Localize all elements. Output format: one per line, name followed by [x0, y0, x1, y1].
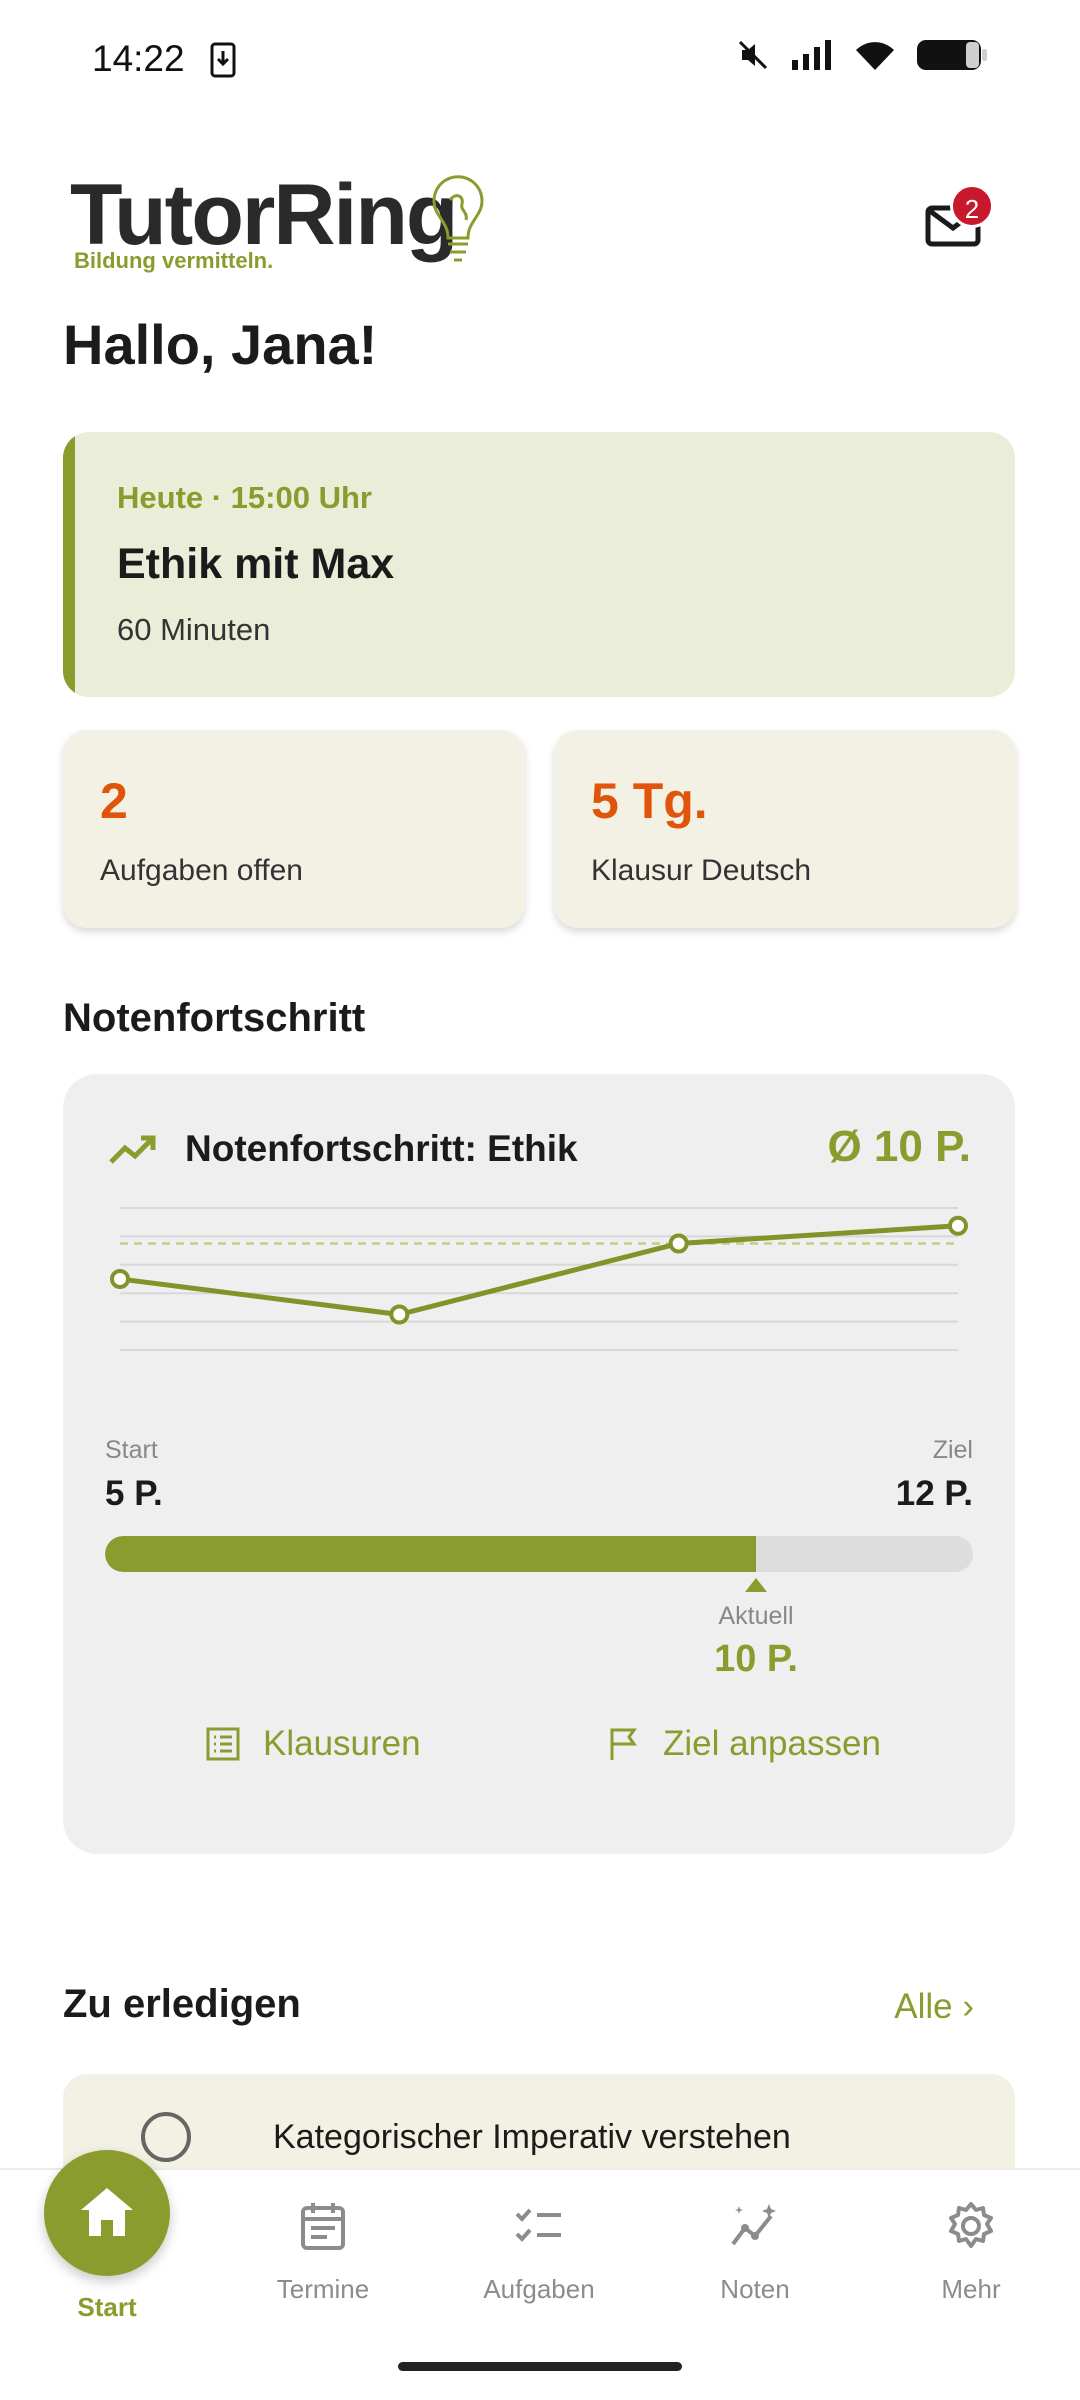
- nav-mehr[interactable]: Mehr: [891, 2200, 1051, 2305]
- next-appointment-card[interactable]: Heute · 15:00 Uhr Ethik mit Max 60 Minut…: [63, 432, 1015, 697]
- chart-point: [948, 1215, 968, 1236]
- greeting-title: Hallo, Jana!: [63, 313, 378, 376]
- home-indicator[interactable]: [398, 2362, 682, 2371]
- lightbulb-icon: [432, 175, 484, 262]
- start-label: Start: [105, 1436, 158, 1464]
- nav-aufgaben-label: Aufgaben: [483, 2274, 595, 2304]
- chart-point: [389, 1304, 410, 1325]
- progress-section-title: Notenfortschritt: [63, 996, 366, 1040]
- todo-item-text: Kategorischer Imperativ verstehen: [273, 2118, 791, 2156]
- nav-start[interactable]: [44, 2150, 170, 2276]
- calendar-icon: [301, 2203, 345, 2250]
- goal-label: Ziel: [932, 1436, 973, 1464]
- wifi-icon: [856, 42, 894, 70]
- status-bar: 14:22: [0, 0, 1080, 124]
- chart-series-line: [119, 1223, 959, 1318]
- home-icon: [81, 2188, 133, 2236]
- adjust-goal-button[interactable]: Ziel anpassen: [607, 1724, 881, 1764]
- grade-progress-fill: [105, 1536, 756, 1572]
- exam-countdown-value: 5 Tg.: [591, 773, 708, 829]
- flag-icon: [610, 1728, 637, 1760]
- adjust-goal-label: Ziel anpassen: [663, 1724, 881, 1763]
- nav-noten[interactable]: Noten: [675, 2200, 835, 2305]
- nav-start-label: Start: [77, 2292, 137, 2322]
- logo-tagline: Bildung vermitteln.: [74, 248, 274, 273]
- appointment-accent-bar: [63, 432, 75, 697]
- chart-point: [110, 1269, 130, 1289]
- battery-icon: [917, 40, 987, 70]
- open-tasks-count: 2: [100, 773, 128, 829]
- exam-countdown-label: Klausur Deutsch: [591, 854, 812, 887]
- download-icon: [210, 42, 236, 78]
- chart-point: [668, 1233, 689, 1254]
- exams-button[interactable]: Klausuren: [205, 1724, 421, 1764]
- nav-mehr-label: Mehr: [941, 2274, 1001, 2304]
- mail-badge: 2: [950, 184, 994, 228]
- exam-countdown-card[interactable]: 5 Tg. Klausur Deutsch: [554, 730, 1016, 928]
- current-value: 10 P.: [714, 1638, 798, 1680]
- appointment-title: Ethik mit Max: [117, 540, 395, 588]
- mute-icon: [738, 40, 768, 70]
- logo-wordmark: TutorRing: [70, 167, 458, 263]
- open-tasks-label: Aufgaben offen: [100, 854, 303, 887]
- nav-termine[interactable]: Termine: [243, 2200, 403, 2305]
- trending-up-icon: [109, 1135, 156, 1164]
- average-grade: Ø 10 P.: [827, 1122, 971, 1171]
- list-icon: [206, 1727, 240, 1761]
- exams-button-label: Klausuren: [263, 1724, 421, 1763]
- start-value: 5 P.: [105, 1474, 163, 1513]
- goal-value: 12 P.: [895, 1474, 973, 1513]
- todo-section-title: Zu erledigen: [63, 1982, 301, 2026]
- open-tasks-card[interactable]: 2 Aufgaben offen: [63, 730, 525, 928]
- tasks-icon: [515, 2208, 561, 2242]
- appointment-time: Heute · 15:00 Uhr: [117, 480, 372, 515]
- todo-checkbox[interactable]: [141, 2112, 191, 2162]
- current-marker: [745, 1578, 767, 1592]
- appointment-duration: 60 Minuten: [117, 612, 271, 647]
- nav-termine-label: Termine: [276, 2274, 370, 2304]
- tutorring-logo: TutorRing Bildung vermitteln.: [70, 170, 490, 280]
- nav-noten-label: Noten: [720, 2274, 790, 2304]
- show-all-link[interactable]: Alle ›: [894, 1987, 974, 2027]
- progress-card-title: Notenfortschritt: Ethik: [185, 1128, 578, 1169]
- current-label: Aktuell: [718, 1602, 794, 1630]
- gear-icon: [949, 2202, 993, 2248]
- grades-icon: [731, 2204, 776, 2246]
- signal-icon: [792, 40, 831, 70]
- grade-progress-track: [105, 1536, 973, 1572]
- status-time: 14:22: [92, 38, 185, 79]
- nav-aufgaben[interactable]: Aufgaben: [459, 2200, 619, 2305]
- grade-line-chart: [110, 1207, 968, 1351]
- grade-progress-card: Notenfortschritt: Ethik Ø 10 P. Start 5 …: [63, 1074, 1015, 1854]
